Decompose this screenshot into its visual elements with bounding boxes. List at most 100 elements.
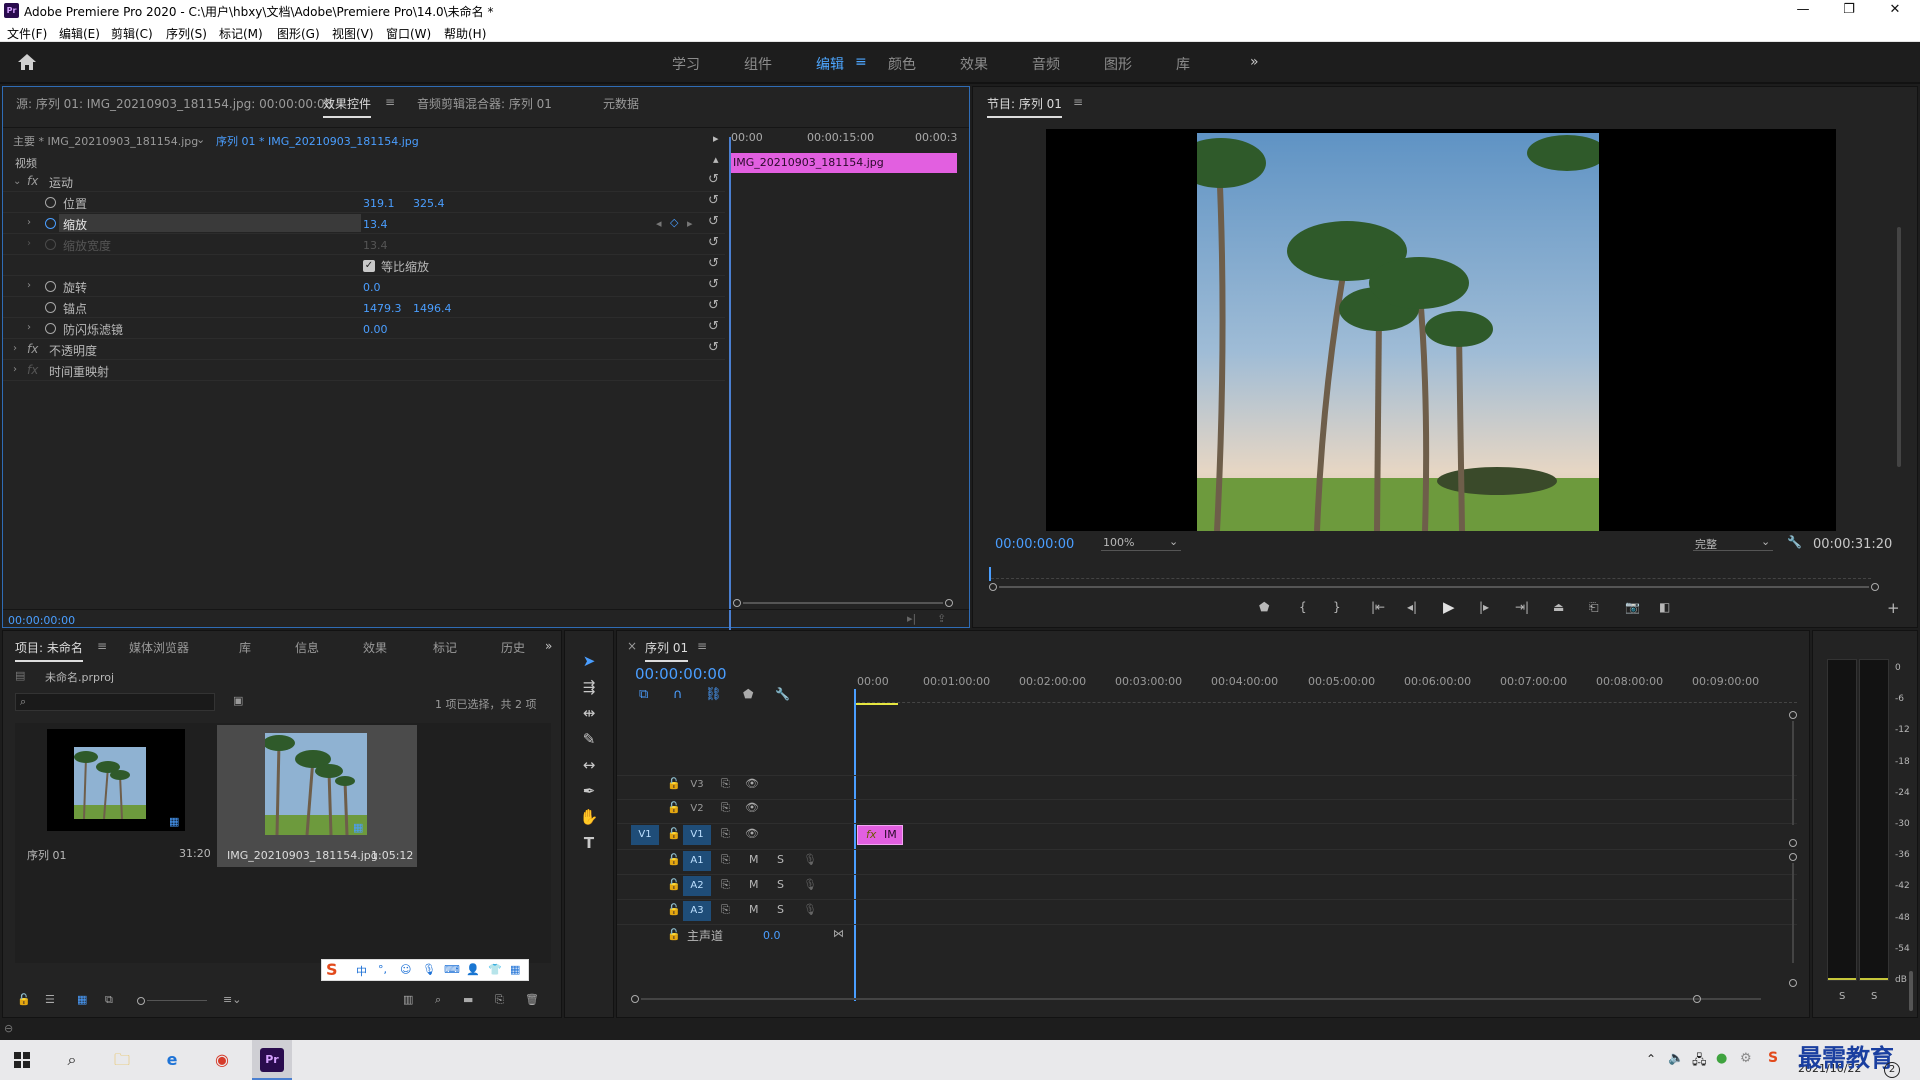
reset-icon[interactable]: ↺ bbox=[708, 319, 719, 334]
punctuation-icon[interactable]: °, bbox=[378, 963, 387, 976]
close-button[interactable]: ✕ bbox=[1872, 0, 1918, 22]
audio-scroll-track[interactable] bbox=[1792, 863, 1794, 963]
button-editor-icon[interactable]: + bbox=[1887, 599, 1900, 617]
timeline-close-icon[interactable]: × bbox=[627, 639, 637, 653]
sync-lock-icon[interactable]: ⎘ bbox=[721, 827, 730, 841]
timeline-timecode[interactable]: 00:00:00:00 bbox=[635, 665, 727, 683]
track-lock-icon[interactable]: 🔓 bbox=[667, 777, 681, 790]
zoom-handle-left[interactable] bbox=[733, 599, 741, 607]
sync-lock-icon[interactable]: ⎘ bbox=[721, 853, 730, 867]
tab-project-menu-icon[interactable]: ≡ bbox=[97, 639, 107, 653]
anchor-y-value[interactable]: 1496.4 bbox=[413, 302, 452, 315]
scale-value[interactable]: 13.4 bbox=[363, 218, 388, 231]
mute-button[interactable]: M bbox=[749, 853, 759, 866]
ripple-edit-tool-icon[interactable]: ⇹ bbox=[578, 702, 600, 724]
volume-icon[interactable]: 🔈 bbox=[1668, 1051, 1684, 1066]
program-zoom-bar[interactable] bbox=[999, 586, 1869, 588]
program-timecode[interactable]: 00:00:00:00 bbox=[995, 537, 1074, 552]
anchor-x-value[interactable]: 1479.3 bbox=[363, 302, 402, 315]
mini-clip-bar[interactable]: IMG_20210903_181154.jpg bbox=[729, 153, 957, 173]
workspace-menu-icon[interactable]: ≡ bbox=[855, 54, 867, 70]
menu-view[interactable]: 视图(V) bbox=[332, 25, 374, 42]
voiceover-mic-icon[interactable]: 🎙 bbox=[803, 903, 817, 916]
sync-lock-icon[interactable]: ⎘ bbox=[721, 903, 730, 917]
menu-help[interactable]: 帮助(H) bbox=[444, 25, 486, 42]
track-select-tool-icon[interactable]: ⇶ bbox=[578, 676, 600, 698]
pen-tool-icon[interactable]: ✒ bbox=[578, 780, 600, 802]
automate-to-sequence-icon[interactable]: ▥ bbox=[403, 993, 413, 1006]
selection-tool-icon[interactable]: ➤ bbox=[578, 650, 600, 672]
mark-in-icon[interactable]: { bbox=[1299, 600, 1307, 614]
timeline-tab-sequence[interactable]: 序列 01 bbox=[645, 639, 689, 662]
taskbar-premiere-active[interactable]: Pr bbox=[252, 1040, 292, 1080]
solo-button[interactable]: S bbox=[777, 903, 784, 916]
chevron-right-icon[interactable]: › bbox=[13, 343, 17, 354]
audio-scroll-handle-top[interactable] bbox=[1789, 853, 1797, 861]
meter-solo-right-button[interactable]: S bbox=[1871, 991, 1877, 1002]
toolbox-icon[interactable]: ▦ bbox=[510, 963, 520, 976]
tab-history[interactable]: 历史 bbox=[501, 639, 525, 656]
voiceover-mic-icon[interactable]: 🎙 bbox=[803, 878, 817, 891]
freeform-view-icon[interactable]: ⧉ bbox=[105, 993, 113, 1007]
video-scroll-handle-bottom[interactable] bbox=[1789, 839, 1797, 847]
uniform-scale-checkbox[interactable]: ✓ bbox=[363, 260, 375, 272]
tab-markers[interactable]: 标记 bbox=[433, 639, 457, 656]
master-track-value[interactable]: 0.0 bbox=[763, 929, 781, 942]
reset-icon[interactable]: ↺ bbox=[708, 256, 719, 271]
track-lock-icon[interactable]: 🔓 bbox=[667, 801, 681, 814]
program-monitor-title[interactable]: 节目: 序列 01 bbox=[987, 95, 1062, 118]
workspace-assembly[interactable]: 组件 bbox=[744, 54, 772, 74]
tab-effect-controls[interactable]: 效果控件 bbox=[323, 95, 372, 118]
mute-button[interactable]: M bbox=[749, 878, 759, 891]
notification-count[interactable]: 2 bbox=[1884, 1062, 1900, 1078]
menu-sequence[interactable]: 序列(S) bbox=[166, 25, 207, 42]
find-icon[interactable]: ⌕ bbox=[435, 993, 441, 1007]
program-zoom-left-handle[interactable] bbox=[989, 583, 997, 591]
tab-effects[interactable]: 效果 bbox=[363, 639, 387, 656]
track-a3-label[interactable]: A3 bbox=[683, 901, 711, 921]
nest-toggle-icon[interactable]: ⧉ bbox=[639, 687, 648, 702]
home-icon[interactable] bbox=[17, 53, 37, 71]
timeline-zoom-bar[interactable] bbox=[641, 998, 1761, 1000]
go-to-in-icon[interactable]: |⇤ bbox=[1371, 600, 1385, 614]
workspace-editing[interactable]: 编辑 bbox=[816, 54, 844, 74]
razor-tool-icon[interactable]: ✎ bbox=[578, 728, 600, 750]
program-menu-icon[interactable]: ≡ bbox=[1073, 95, 1083, 109]
track-v3-label[interactable]: V3 bbox=[683, 775, 711, 795]
new-item-icon[interactable]: ⎘ bbox=[495, 993, 504, 1007]
add-marker-icon[interactable]: ⬟ bbox=[743, 687, 753, 701]
sync-lock-icon[interactable]: ⎘ bbox=[721, 801, 730, 815]
eye-icon[interactable]: 👁 bbox=[745, 827, 759, 840]
chevron-right-icon[interactable]: › bbox=[27, 217, 31, 228]
eye-icon[interactable]: 👁 bbox=[745, 801, 759, 814]
workspace-effects[interactable]: 效果 bbox=[960, 54, 988, 74]
tab-metadata[interactable]: 元数据 bbox=[603, 95, 639, 112]
collapse-up-icon[interactable]: ▴ bbox=[713, 153, 719, 166]
position-y-value[interactable]: 325.4 bbox=[413, 197, 445, 210]
restore-button[interactable]: ❐ bbox=[1826, 0, 1872, 22]
timeline-ruler[interactable] bbox=[857, 693, 1797, 703]
video-canvas[interactable] bbox=[1046, 129, 1836, 531]
chevron-right-icon[interactable]: › bbox=[13, 364, 17, 375]
timeline-zoom-right-handle[interactable] bbox=[1693, 995, 1701, 1003]
comparison-view-icon[interactable]: ◧ bbox=[1659, 600, 1670, 614]
sogou-tray-icon[interactable]: S bbox=[1768, 1050, 1778, 1066]
timeline-menu-icon[interactable]: ≡ bbox=[697, 639, 707, 653]
antiflicker-value[interactable]: 0.00 bbox=[363, 323, 388, 336]
file-explorer-icon[interactable]: 🗀 bbox=[108, 1046, 136, 1074]
menu-graphics[interactable]: 图形(G) bbox=[277, 25, 320, 42]
menu-file[interactable]: 文件(F) bbox=[7, 25, 47, 42]
reset-icon[interactable]: ↺ bbox=[708, 298, 719, 313]
export-frame-icon[interactable]: 📷 bbox=[1625, 600, 1640, 614]
tab-effect-controls-menu-icon[interactable]: ≡ bbox=[385, 95, 395, 109]
reset-icon[interactable]: ↺ bbox=[708, 172, 719, 187]
workspace-color[interactable]: 颜色 bbox=[888, 54, 916, 74]
zoom-slider-handle[interactable] bbox=[137, 997, 145, 1005]
taskbar-search-icon[interactable]: ⌕ bbox=[58, 1046, 86, 1074]
audio-scroll-handle-bottom[interactable] bbox=[1789, 979, 1797, 987]
reset-icon[interactable]: ↺ bbox=[708, 277, 719, 292]
sync-lock-icon[interactable]: ⎘ bbox=[721, 878, 730, 892]
track-lock-icon[interactable]: 🔓 bbox=[667, 853, 681, 866]
user-icon[interactable]: 👤 bbox=[466, 963, 480, 976]
program-time-ruler[interactable] bbox=[991, 569, 1871, 579]
